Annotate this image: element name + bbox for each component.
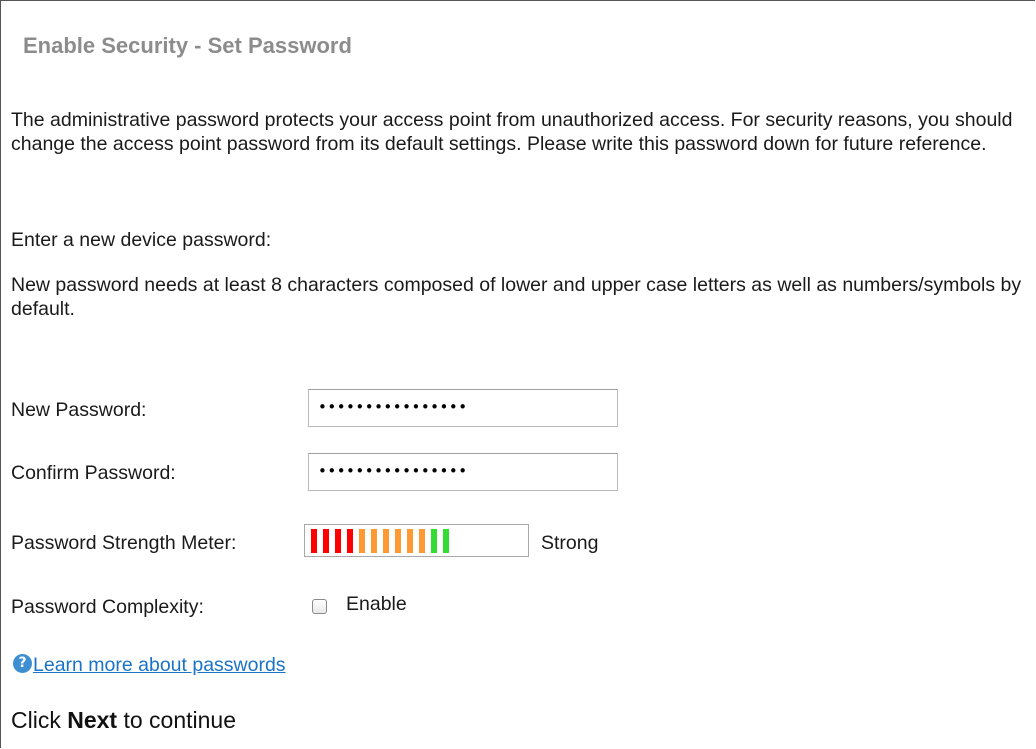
new-password-input[interactable]: •••••••••••••••• (308, 389, 618, 427)
confirm-password-label: Confirm Password: (11, 462, 176, 484)
intro-text: The administrative password protects you… (11, 109, 1013, 155)
confirm-password-input[interactable]: •••••••••••••••• (308, 453, 618, 491)
strength-segment (335, 529, 341, 553)
strength-segment (347, 529, 353, 553)
strength-segment (431, 529, 437, 553)
password-strength-meter (304, 524, 529, 557)
strength-segment (311, 529, 317, 553)
complexity-enable-label[interactable]: Enable (346, 592, 407, 616)
strength-segment (395, 529, 401, 553)
page-title: Enable Security - Set Password (23, 33, 352, 58)
password-requirements: New password needs at least 8 characters… (11, 274, 1022, 320)
strength-segment (407, 529, 413, 553)
strength-segment (419, 529, 425, 553)
next-keyword: Next (67, 707, 118, 733)
strength-meter-result: Strong (541, 532, 599, 554)
strength-meter-label: Password Strength Meter: (11, 532, 237, 554)
complexity-label: Password Complexity: (11, 596, 204, 618)
continue-suffix: to continue (117, 707, 237, 733)
enter-password-prompt: Enter a new device password: (11, 229, 272, 251)
question-icon[interactable]: ? (13, 654, 32, 673)
new-password-label: New Password: (11, 399, 147, 421)
continue-instruction: Click Next to continue (11, 706, 236, 734)
complexity-enable-checkbox[interactable] (312, 599, 327, 614)
continue-prefix: Click (11, 707, 68, 733)
content-panel: Enable Security - Set Password The admin… (0, 0, 1035, 748)
strength-segment (359, 529, 365, 553)
learn-more-passwords-link[interactable]: Learn more about passwords (33, 653, 286, 677)
strength-segment (323, 529, 329, 553)
strength-segment (371, 529, 377, 553)
strength-segment (383, 529, 389, 553)
strength-segment (443, 529, 449, 553)
